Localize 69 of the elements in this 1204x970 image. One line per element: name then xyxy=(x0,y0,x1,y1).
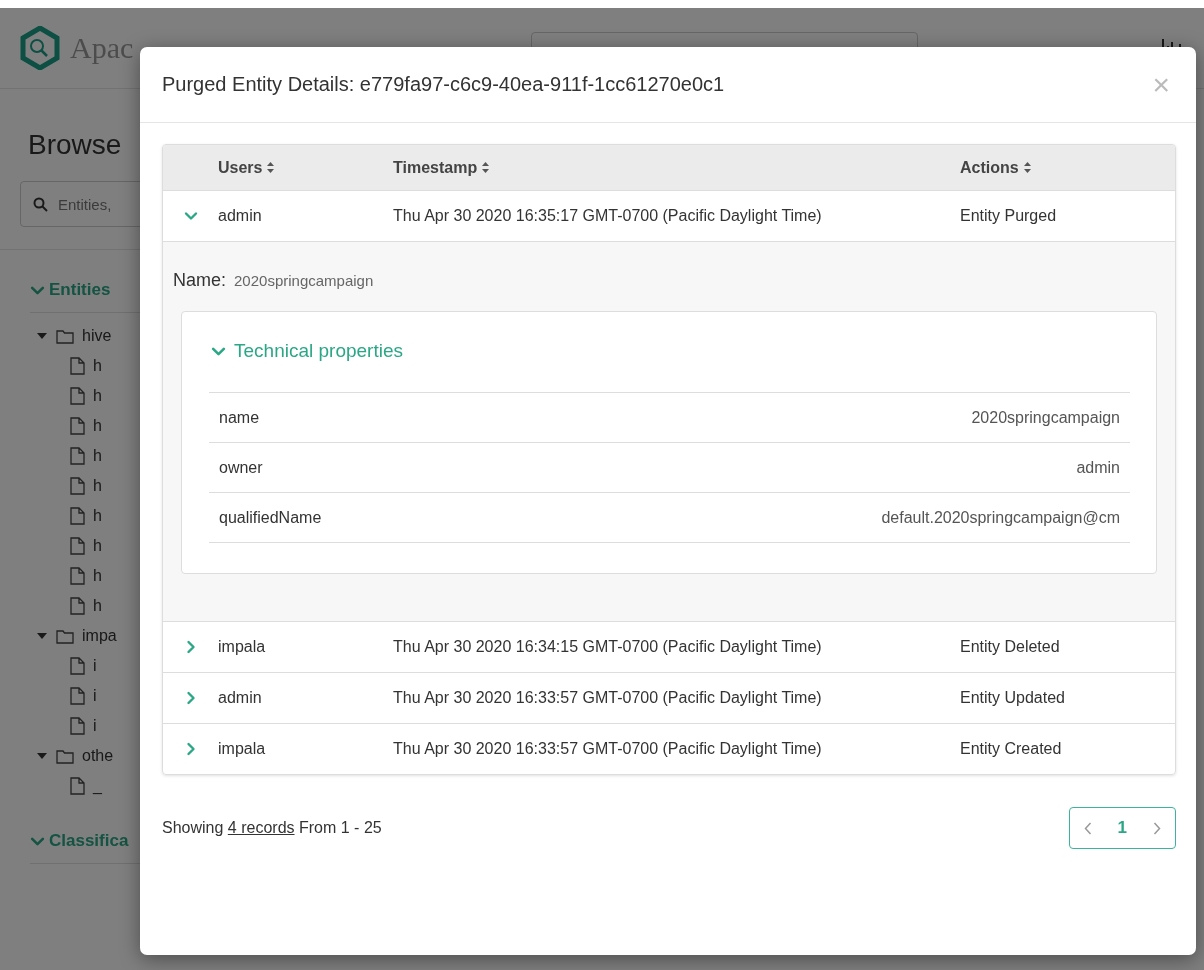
file-icon xyxy=(70,597,85,615)
property-value: default.2020springcampaign@cm xyxy=(881,508,1120,527)
table-cell-text: Thu Apr 30 2020 16:35:17 GMT-0700 (Pacific Daylight Time) xyxy=(393,207,823,225)
tree-item[interactable]: othe xyxy=(82,747,114,765)
table-cell-text: Entity Deleted xyxy=(960,638,1061,656)
table-cell-text: Entity Purged xyxy=(960,207,1058,225)
tree-item[interactable]: _ xyxy=(93,777,102,795)
file-icon xyxy=(70,777,85,795)
table-cell-text: admin xyxy=(218,689,263,707)
expand-icon[interactable] xyxy=(183,209,198,223)
file-icon xyxy=(70,537,85,555)
table-cell-text: Entity Updated xyxy=(960,689,1066,707)
property-value: admin xyxy=(1076,458,1120,477)
tree-item[interactable]: i xyxy=(93,687,97,705)
tree-item[interactable]: h xyxy=(93,507,102,525)
table-cell-text: impala xyxy=(218,740,267,758)
records-summary: Showing 4 records From 1 - 25 xyxy=(162,819,382,837)
sort-icon[interactable] xyxy=(266,161,276,174)
sort-icon[interactable] xyxy=(1022,161,1032,174)
previous-icon[interactable] xyxy=(1083,821,1092,835)
file-icon xyxy=(70,357,85,375)
tree-item[interactable]: h xyxy=(93,477,102,495)
tree-item[interactable]: h xyxy=(93,567,102,585)
property-name: name xyxy=(219,408,260,427)
table-cell-text: Entity Created xyxy=(960,740,1063,758)
records-link[interactable]: 4 records xyxy=(227,819,295,836)
column-header[interactable]: Actions xyxy=(960,158,1019,177)
file-icon xyxy=(70,417,85,435)
tree-item[interactable]: h xyxy=(93,357,102,375)
tree-item[interactable]: h xyxy=(93,537,102,555)
tree-item[interactable]: hive xyxy=(82,327,112,345)
folder-icon xyxy=(56,328,74,344)
tree-item[interactable]: h xyxy=(93,447,102,465)
logo-icon xyxy=(20,26,60,70)
page-title: Browse xyxy=(27,128,123,161)
folder-icon xyxy=(56,628,74,644)
tree-item[interactable]: h xyxy=(93,597,102,615)
table-cell-text: Thu Apr 30 2020 16:34:15 GMT-0700 (Pacific Daylight Time) xyxy=(393,638,823,656)
file-icon xyxy=(70,657,85,675)
file-icon xyxy=(70,447,85,465)
column-header[interactable]: Users xyxy=(218,158,263,177)
column-header[interactable]: Timestamp xyxy=(393,158,478,177)
next-icon[interactable] xyxy=(1153,821,1161,835)
sort-icon[interactable] xyxy=(481,161,491,174)
file-icon xyxy=(70,687,85,705)
file-icon xyxy=(70,567,85,585)
table-cell-text: admin xyxy=(218,207,263,225)
table-cell-text: Thu Apr 30 2020 16:33:57 GMT-0700 (Pacific Daylight Time) xyxy=(393,740,823,758)
section-toggle[interactable]: Technical properties xyxy=(209,340,403,362)
file-icon xyxy=(70,717,85,735)
property-value: 2020springcampaign xyxy=(971,408,1120,427)
tree-item[interactable]: i xyxy=(93,717,97,735)
folder-icon xyxy=(56,748,74,764)
field-value: 2020springcampaign xyxy=(234,272,374,289)
tree-item[interactable]: h xyxy=(93,417,102,435)
tree-item[interactable]: i xyxy=(93,657,97,675)
page-button[interactable]: 1 xyxy=(1117,818,1127,838)
search-icon xyxy=(33,196,48,212)
field-label: Name: xyxy=(173,270,226,291)
property-name: owner xyxy=(219,458,263,477)
table-cell-text: Thu Apr 30 2020 16:33:57 GMT-0700 (Pacific Daylight Time) xyxy=(393,689,823,707)
file-icon xyxy=(70,477,85,495)
modal-title: Purged Entity Details: e779fa97-c6c9-40ea-911f-1cc61270e0c1 xyxy=(162,73,725,96)
tree-item[interactable]: h xyxy=(93,387,102,405)
file-icon xyxy=(70,387,85,405)
table-cell-text: impala xyxy=(218,638,267,656)
file-icon xyxy=(70,507,85,525)
property-name: qualifiedName xyxy=(219,508,322,527)
tree-item[interactable]: impa xyxy=(82,627,117,645)
